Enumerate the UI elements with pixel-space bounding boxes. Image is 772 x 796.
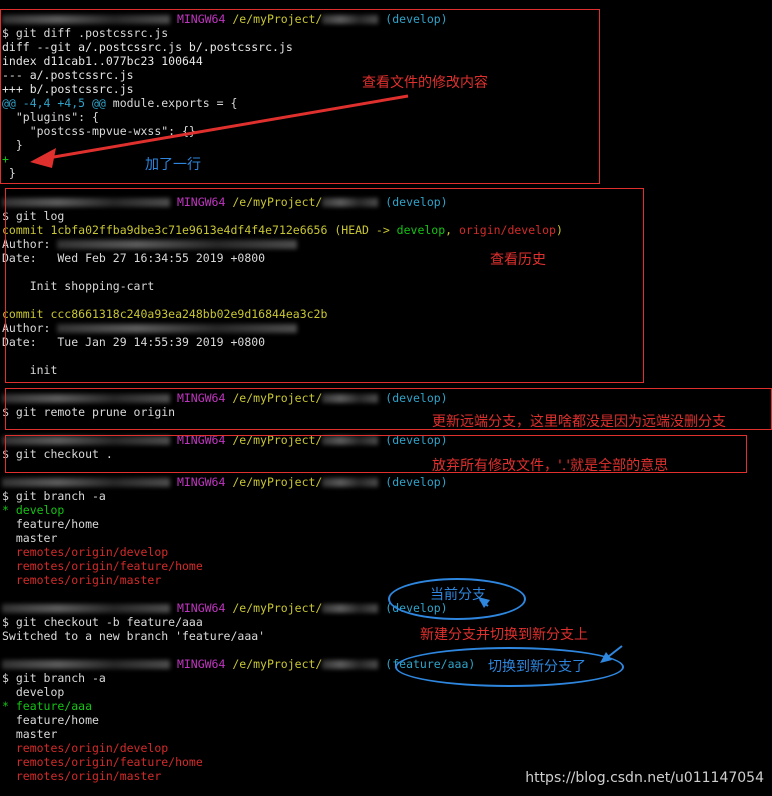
watermark: https://blog.csdn.net/u011147054 (525, 770, 764, 786)
annotation-arrow-switched (600, 645, 623, 663)
